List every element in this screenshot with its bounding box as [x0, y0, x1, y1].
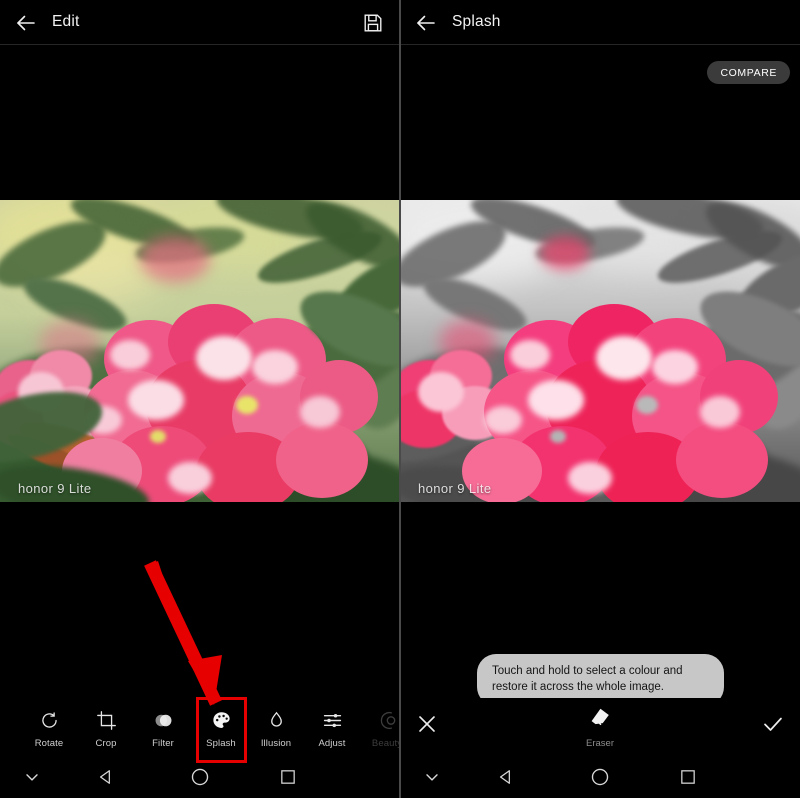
tool-label: Rotate [34, 738, 64, 749]
edit-tools-toolbar: Rotate Crop Filter Splash Illusion Adjus… [0, 698, 400, 755]
eraser-tool-button[interactable]: Eraser [571, 706, 629, 749]
crop-icon [77, 707, 135, 733]
eraser-label: Eraser [586, 738, 614, 749]
palette-icon [192, 707, 250, 733]
photo-watermark: honor 9 Lite [18, 481, 92, 496]
page-title: Splash [452, 13, 501, 30]
compare-button[interactable]: COMPARE [707, 61, 790, 84]
photo-watermark: honor 9 Lite [418, 481, 492, 496]
check-icon [764, 717, 782, 731]
app-bar-divider [400, 44, 800, 45]
photo-preview-original[interactable]: honor 9 Lite [0, 200, 400, 502]
tool-label: Splash [206, 738, 236, 749]
back-arrow-icon[interactable] [14, 11, 38, 35]
splash-action-bar: Eraser [400, 698, 800, 755]
cancel-button[interactable] [415, 712, 439, 741]
filter-icon [134, 707, 192, 733]
tool-label: Crop [95, 738, 117, 749]
eraser-icon [591, 708, 609, 726]
tool-rotate[interactable]: Rotate [20, 707, 78, 749]
beauty-icon [358, 707, 400, 733]
chevron-down-icon[interactable] [422, 767, 442, 787]
chevron-down-icon[interactable] [22, 767, 42, 787]
android-nav-bar-left [0, 755, 400, 798]
photo-preview-splash[interactable]: honor 9 Lite [400, 200, 800, 502]
right-panel-splash-screen: Splash COMPARE honor 9 Lite Touch and ho… [400, 0, 800, 798]
recents-square-icon[interactable] [678, 767, 698, 787]
panel-divider [399, 0, 401, 798]
tool-label: Adjust [318, 738, 346, 749]
rotate-icon [20, 707, 78, 733]
home-circle-icon[interactable] [189, 766, 211, 788]
tool-adjust[interactable]: Adjust [303, 707, 361, 749]
tool-splash[interactable]: Splash [192, 707, 250, 749]
annotation-arrow [144, 560, 222, 706]
tool-label: Filter [152, 738, 174, 749]
tool-label: Beauty [371, 738, 400, 749]
back-triangle-icon[interactable] [96, 767, 116, 787]
confirm-button[interactable] [761, 712, 785, 741]
page-title: Edit [52, 13, 80, 30]
home-circle-icon[interactable] [589, 766, 611, 788]
save-floppy-icon[interactable] [362, 12, 384, 34]
recents-square-icon[interactable] [278, 767, 298, 787]
sliders-icon [303, 707, 361, 733]
left-panel-edit-screen: Edit honor 9 Lite Rotate Crop Filter Spl… [0, 0, 400, 798]
tool-illusion[interactable]: Illusion [247, 707, 305, 749]
tool-label: Illusion [260, 738, 292, 749]
left-app-bar: Edit [0, 0, 400, 45]
right-app-bar: Splash [400, 0, 800, 45]
droplet-icon [247, 707, 305, 733]
back-triangle-icon[interactable] [496, 767, 516, 787]
app-bar-divider [0, 44, 400, 45]
tool-filter[interactable]: Filter [134, 707, 192, 749]
tool-crop[interactable]: Crop [77, 707, 135, 749]
close-x-icon [419, 716, 435, 732]
screenshot-root: Edit honor 9 Lite Rotate Crop Filter Spl… [0, 0, 800, 798]
android-nav-bar-right [400, 755, 800, 798]
back-arrow-icon[interactable] [414, 11, 438, 35]
tool-beauty[interactable]: Beauty [358, 707, 400, 749]
